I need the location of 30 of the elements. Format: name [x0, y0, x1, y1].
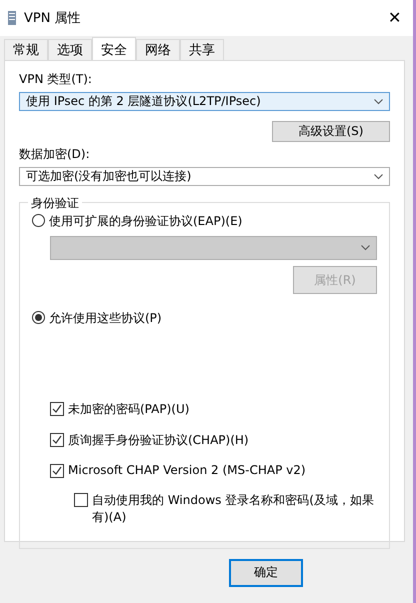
- encryption-dropdown[interactable]: 可选加密(没有加密也可以连接): [19, 167, 390, 186]
- chevron-icon: [374, 98, 383, 104]
- tab[interactable]: 网络: [136, 39, 180, 60]
- tab[interactable]: 共享: [180, 39, 224, 60]
- checkbox[interactable]: [50, 433, 64, 447]
- checkbox[interactable]: [50, 402, 64, 416]
- chevron-icon: [374, 174, 383, 180]
- advanced-settings-button[interactable]: 高级设置(S): [272, 121, 390, 142]
- chevron-icon: [361, 245, 370, 251]
- radio-button[interactable]: [32, 311, 45, 324]
- field-label: 数据加密(D):: [19, 146, 91, 163]
- checkbox-label: 未加密的密码(PAP)(U): [68, 401, 190, 418]
- option-label: 允许使用这些协议(P): [49, 310, 162, 327]
- option-label: 使用可扩展的身份验证协议(EAP)(E): [49, 213, 242, 230]
- tab[interactable]: 安全: [92, 37, 136, 61]
- checkbox[interactable]: [74, 493, 88, 507]
- window-title: VPN 属性: [24, 10, 82, 27]
- checkbox-label: 质询握手身份验证协议(CHAP)(H): [68, 432, 249, 449]
- ok-button[interactable]: 确定: [229, 558, 303, 586]
- tab[interactable]: 选项: [48, 39, 92, 60]
- group-title: 身份验证: [28, 195, 82, 212]
- tab[interactable]: 常规: [4, 39, 48, 60]
- field-label: VPN 类型(T):: [19, 71, 93, 88]
- document-icon: [8, 11, 16, 25]
- checkbox-label: Microsoft CHAP Version 2 (MS-CHAP v2): [68, 463, 306, 477]
- vpn-type-dropdown[interactable]: 使用 IPsec 的第 2 层隧道协议(L2TP/IPsec): [19, 92, 390, 111]
- radio-button[interactable]: [32, 214, 45, 227]
- close-button[interactable]: ✕: [384, 8, 405, 28]
- checkbox[interactable]: [50, 464, 64, 478]
- checkbox-label: 自动使用我的 Windows 登录名称和密码(及域，如果有)(A): [92, 492, 374, 526]
